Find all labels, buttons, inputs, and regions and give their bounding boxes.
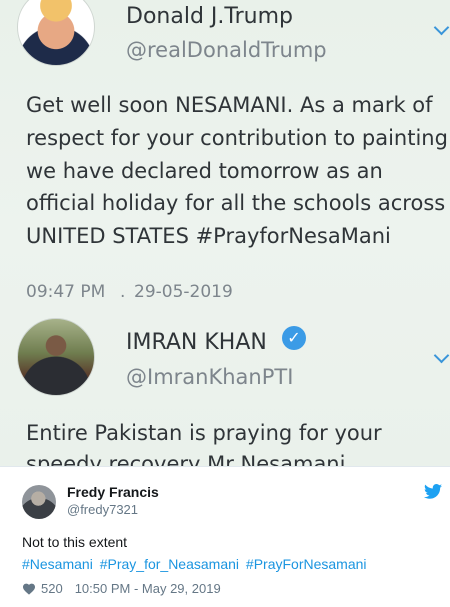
hashtag-link[interactable]: #PrayForNesamani [246, 556, 367, 572]
trump-display-name: Donald J.Trump [126, 4, 293, 29]
chevron-down-icon [433, 347, 450, 364]
embedded-screenshot-image: Donald J.Trump @realDonaldTrump Get well… [0, 0, 450, 466]
trump-tweet-line: Get well soon NESAMANI. As a mark of [26, 93, 433, 117]
chevron-down-icon [433, 19, 450, 36]
verified-badge-icon: ✓ [282, 326, 306, 350]
heart-icon[interactable] [22, 582, 36, 595]
tweet-text: Not to this extent [22, 534, 128, 550]
tweet-card: Fredy Francis @fredy7321 Not to this ext… [0, 466, 450, 607]
like-count[interactable]: 520 [41, 581, 63, 596]
tweet-hashtags: #Nesamani #Pray_for_Neasamani #PrayForNe… [22, 556, 370, 572]
hashtag-link[interactable]: #Nesamani [22, 556, 93, 572]
user-handle[interactable]: @fredy7321 [67, 502, 138, 517]
trump-tweet-date: 29-05-2019 [134, 282, 233, 302]
imran-handle: @ImranKhanPTI [126, 365, 294, 389]
tweet-timestamp[interactable]: 10:50 PM - May 29, 2019 [75, 581, 221, 596]
tweet-meta: 520 10:50 PM - May 29, 2019 [22, 581, 221, 596]
twitter-bird-icon[interactable] [424, 484, 442, 499]
hashtag-link[interactable]: #Pray_for_Neasamani [100, 556, 239, 572]
avatar[interactable] [22, 485, 56, 519]
trump-tweet-line: UNITED STATES #PrayforNesaMani [26, 224, 391, 248]
trump-tweet-date-separator: . [120, 282, 126, 302]
imran-display-name: IMRAN KHAN [126, 330, 267, 355]
user-display-name[interactable]: Fredy Francis [67, 484, 159, 500]
trump-tweet-time: 09:47 PM [26, 282, 106, 302]
trump-tweet-line: respect for your contribution to paintin… [26, 126, 448, 150]
trump-handle: @realDonaldTrump [126, 38, 327, 62]
trump-avatar [17, 0, 95, 66]
trump-tweet-line: we have declared tomorrow as an [26, 159, 383, 183]
trump-tweet-line: official holiday for all the schools acr… [26, 191, 446, 215]
imran-tweet-line: speedy recovery Mr Nesamani [26, 452, 346, 466]
imran-tweet-line: Entire Pakistan is praying for your [26, 421, 382, 445]
imran-avatar [17, 318, 95, 396]
